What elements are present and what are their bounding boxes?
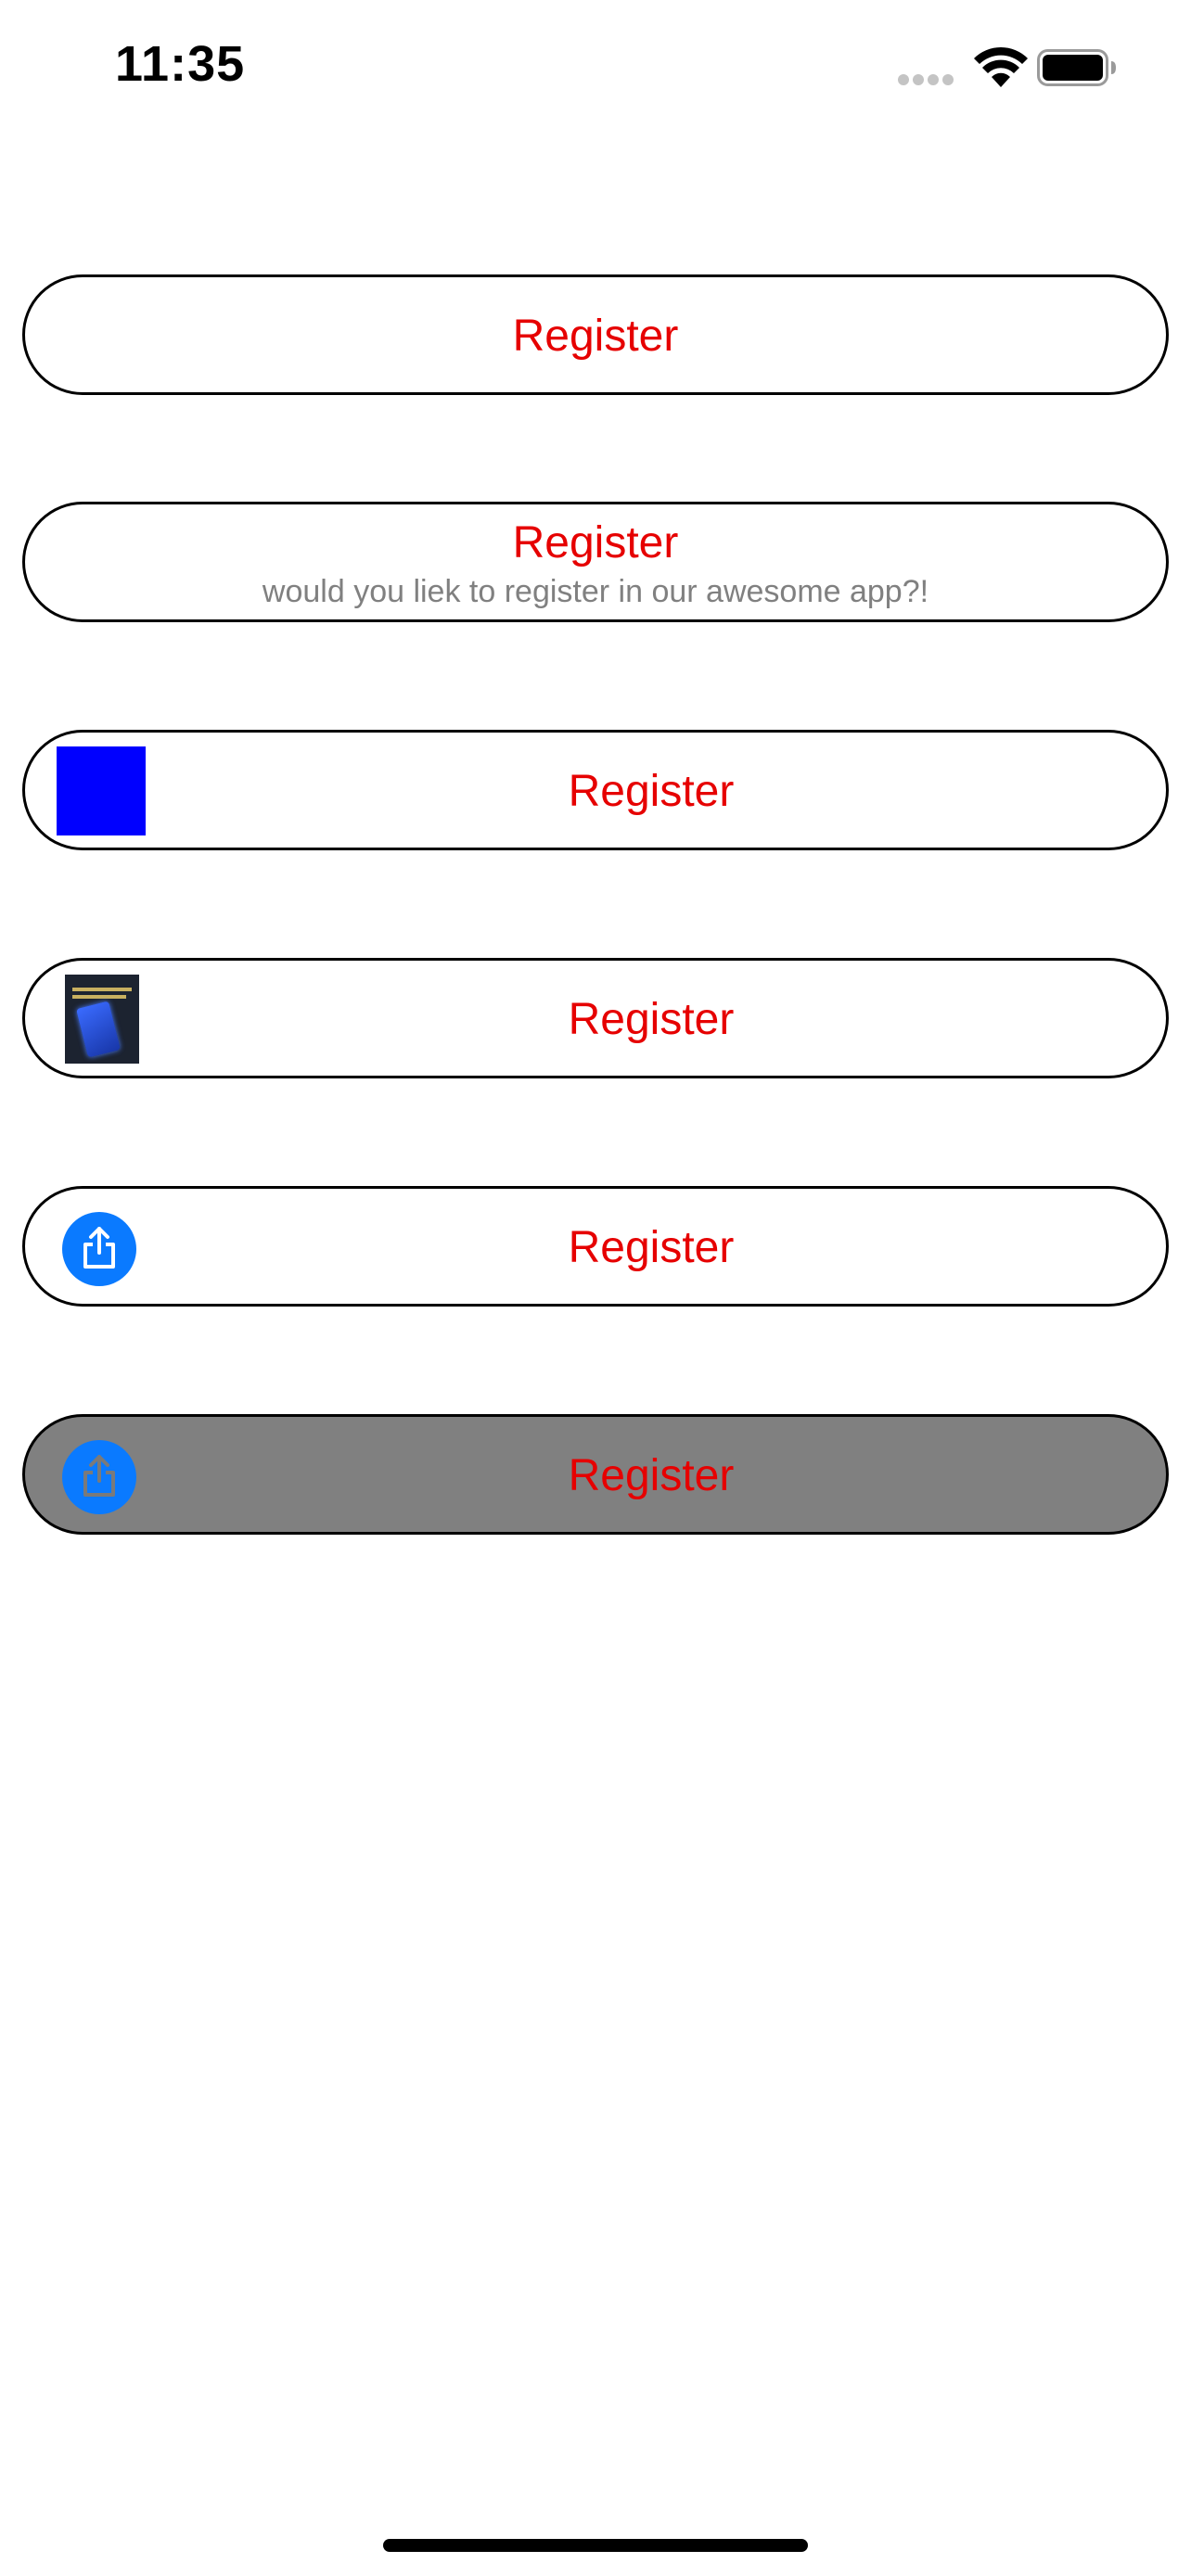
register-button-title: Register — [512, 312, 679, 361]
home-indicator[interactable] — [383, 2539, 808, 2552]
register-button-with-image-icon[interactable]: Register — [22, 958, 1169, 1078]
register-button[interactable]: Register — [22, 274, 1169, 395]
register-button-with-subtitle[interactable]: Register would you liek to register in o… — [22, 502, 1169, 622]
register-button-with-share-icon[interactable]: Register — [22, 1186, 1169, 1307]
register-button-title: Register — [568, 995, 735, 1044]
blue-square-icon — [57, 746, 146, 835]
register-button-title: Register — [568, 767, 735, 816]
signal-icon — [898, 74, 955, 87]
register-button-title: Register — [512, 518, 679, 567]
register-button-title: Register — [568, 1451, 735, 1500]
register-button-disabled[interactable]: Register — [22, 1414, 1169, 1535]
wifi-icon — [974, 46, 1028, 87]
share-icon — [62, 1440, 136, 1514]
register-button-subtitle: would you liek to register in our awesom… — [262, 574, 929, 609]
register-button-title: Register — [568, 1223, 735, 1272]
status-time: 11:35 — [115, 36, 246, 92]
share-icon — [62, 1212, 136, 1286]
register-button-with-square-icon[interactable]: Register — [22, 730, 1169, 850]
book-cover-icon — [65, 975, 139, 1064]
status-bar: 11:35 — [0, 0, 1191, 139]
battery-icon — [1037, 49, 1116, 86]
